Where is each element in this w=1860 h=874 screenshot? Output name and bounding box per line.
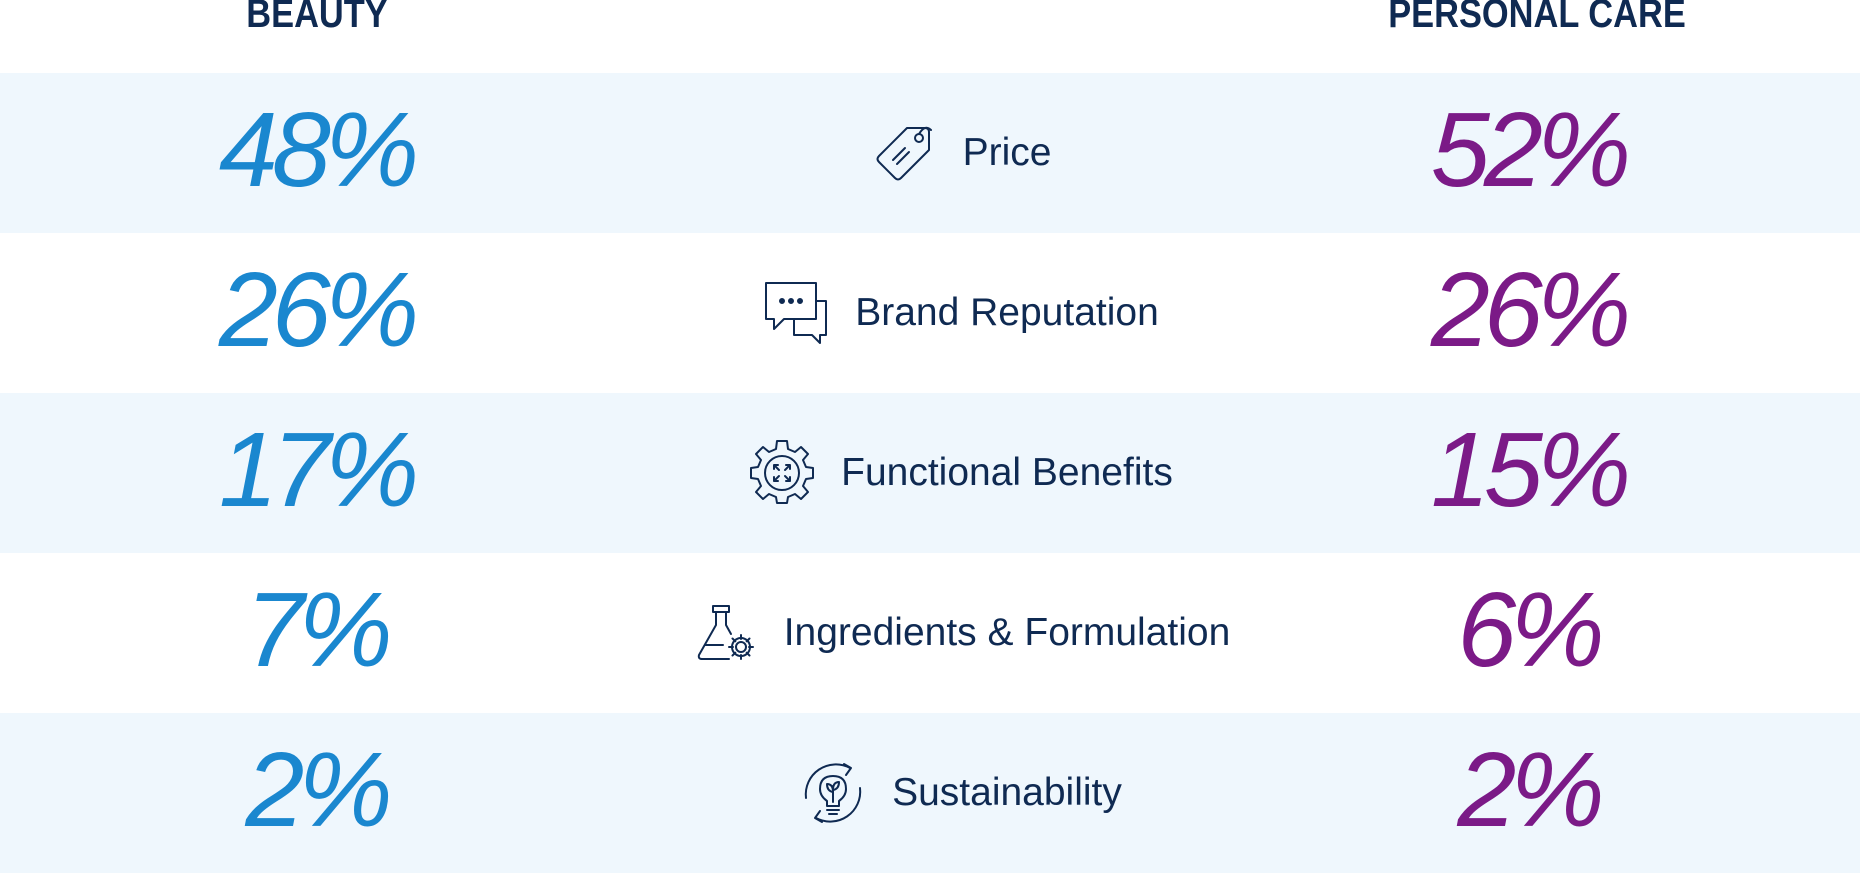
factor-cell: Functional Benefits [560,393,1360,553]
gear-arrows-icon [747,438,817,508]
beauty-value: 48% [218,91,419,209]
personal-care-value: 52% [1430,91,1631,209]
beauty-value: 7% [245,571,392,689]
chat-bubbles-icon [761,278,831,348]
table-row: 17% Functional Benefits 15% [0,393,1860,553]
personal-care-column-header: PERSONAL CARE [1388,0,1686,36]
personal-care-value: 6% [1457,571,1604,689]
factor-label: Ingredients & Formulation [783,611,1231,654]
personal-care-value: 26% [1430,251,1631,369]
factor-label: Price [962,131,1052,174]
beauty-value: 26% [218,251,419,369]
flask-gear-icon [690,598,760,668]
factor-label: Sustainability [892,771,1122,814]
personal-care-value: 2% [1457,731,1604,849]
beauty-value: 2% [245,731,392,849]
personal-care-value: 15% [1430,411,1631,529]
table-row: 7% Ingredients & Formulation 6% [0,553,1860,713]
table-row: 2% Sustainability 2% [0,713,1860,873]
factor-label: Brand Reputation [855,291,1159,334]
table-row: 26% Brand Reputation 26% [0,233,1860,393]
factor-cell: Price [560,73,1360,233]
factor-label: Functional Benefits [841,451,1173,494]
beauty-column-header: BEAUTY [246,0,388,36]
table-row: 48% Price 52% [0,73,1860,233]
factor-cell: Sustainability [560,713,1360,873]
table-header: BEAUTY PERSONAL CARE [0,0,1860,73]
price-tag-icon [869,118,939,188]
factor-cell: Brand Reputation [560,233,1360,393]
lightbulb-leaf-cycle-icon [798,758,868,828]
beauty-value: 17% [218,411,419,529]
factor-cell: Ingredients & Formulation [560,553,1360,713]
